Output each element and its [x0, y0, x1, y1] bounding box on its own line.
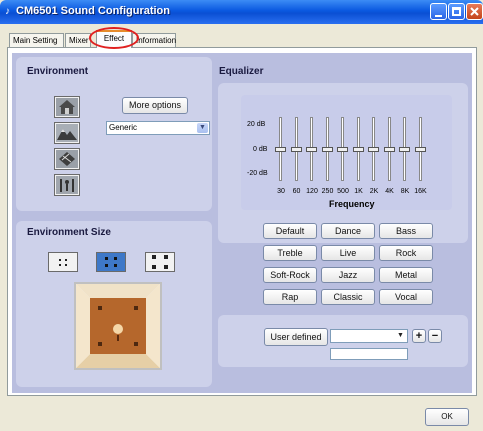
environment-preset-value: Generic: [109, 123, 138, 132]
eq-slider-thumb-8K[interactable]: [399, 147, 410, 152]
small-room-icon: [59, 259, 67, 266]
preset-live-button[interactable]: Live: [321, 245, 375, 261]
tab-mixer[interactable]: Mixer: [65, 33, 91, 47]
preset-soft-rock-button[interactable]: Soft-Rock: [263, 267, 317, 283]
equalizer-sliders: 20 dB 0 dB -20 dB 30 60 120 250 500 1K 2K 4K 8K 1…: [241, 95, 452, 210]
maximize-icon: [452, 7, 461, 16]
eq-slider-thumb-250[interactable]: [321, 147, 333, 152]
db-label-max: 20 dB: [247, 121, 266, 128]
add-preset-button[interactable]: +: [412, 329, 426, 343]
maximize-button[interactable]: [448, 3, 465, 20]
ok-button[interactable]: OK: [425, 408, 469, 426]
user-defined-select[interactable]: ▼: [330, 329, 408, 343]
room-preview-image: [76, 284, 160, 368]
eq-slider-thumb-16K[interactable]: [414, 147, 426, 152]
preset-default-button[interactable]: Default: [263, 223, 317, 239]
eq-slider-thumb-1K[interactable]: [352, 147, 364, 152]
preset-rock-button[interactable]: Rock: [379, 245, 433, 261]
env-arena-button[interactable]: [54, 174, 80, 196]
eq-slider-thumb-2K[interactable]: [368, 147, 379, 152]
house-icon: [56, 98, 78, 116]
preset-rap-button[interactable]: Rap: [263, 289, 317, 305]
preset-name-input[interactable]: [330, 348, 408, 360]
freq-label-16K: 16K: [414, 188, 427, 195]
window-title: CM6501 Sound Configuration: [16, 5, 170, 17]
tab-main-setting[interactable]: Main Setting: [9, 33, 64, 47]
size-large-button[interactable]: [145, 252, 175, 272]
mountains-icon: [56, 124, 78, 142]
environment-size-title: Environment Size: [27, 227, 111, 238]
preset-bass-button[interactable]: Bass: [379, 223, 433, 239]
eq-slider-thumb-4K[interactable]: [383, 147, 395, 152]
close-icon: [470, 7, 479, 16]
chevron-down-icon[interactable]: ▼: [197, 123, 208, 133]
more-options-button[interactable]: More options: [122, 97, 188, 114]
sheet-icon: [56, 150, 78, 168]
large-room-icon: [152, 255, 168, 269]
user-defined-button[interactable]: User defined: [264, 328, 328, 346]
preset-jazz-button[interactable]: Jazz: [321, 267, 375, 283]
arena-icon: [56, 176, 78, 194]
eq-slider-thumb-30[interactable]: [275, 147, 286, 152]
db-label-min: -20 dB: [247, 170, 268, 177]
environment-title: Environment: [27, 66, 89, 77]
frequency-title: Frequency: [329, 199, 375, 209]
db-label-zero: 0 dB: [253, 146, 268, 153]
room-preview: [74, 282, 162, 370]
equalizer-title: Equalizer: [219, 66, 264, 77]
minimize-icon: [435, 15, 442, 17]
medium-room-icon: [105, 257, 117, 267]
preset-metal-button[interactable]: Metal: [379, 267, 433, 283]
title-bar[interactable]: ♪ CM6501 Sound Configuration: [0, 0, 483, 24]
size-small-button[interactable]: [48, 252, 78, 272]
tab-highlight-circle: [89, 27, 139, 49]
env-mountains-button[interactable]: [54, 122, 80, 144]
env-house-button[interactable]: [54, 96, 80, 118]
eq-slider-thumb-500[interactable]: [337, 147, 348, 152]
minimize-button[interactable]: [430, 3, 447, 20]
chevron-down-icon[interactable]: ▼: [395, 331, 406, 341]
minus-icon: −: [431, 330, 439, 342]
preset-treble-button[interactable]: Treble: [263, 245, 317, 261]
eq-slider-thumb-120[interactable]: [306, 147, 317, 152]
close-button[interactable]: [466, 3, 483, 20]
eq-slider-thumb-60[interactable]: [290, 147, 302, 152]
sound-config-window: ♪ CM6501 Sound Configuration Main Settin…: [0, 0, 483, 431]
environment-preset-select[interactable]: Generic ▼: [106, 121, 210, 135]
preset-vocal-button[interactable]: Vocal: [379, 289, 433, 305]
remove-preset-button[interactable]: −: [428, 329, 442, 343]
preset-dance-button[interactable]: Dance: [321, 223, 375, 239]
size-medium-button[interactable]: [96, 252, 126, 272]
plus-icon: +: [415, 330, 423, 342]
env-sheet-button[interactable]: [54, 148, 80, 170]
preset-classic-button[interactable]: Classic: [321, 289, 375, 305]
